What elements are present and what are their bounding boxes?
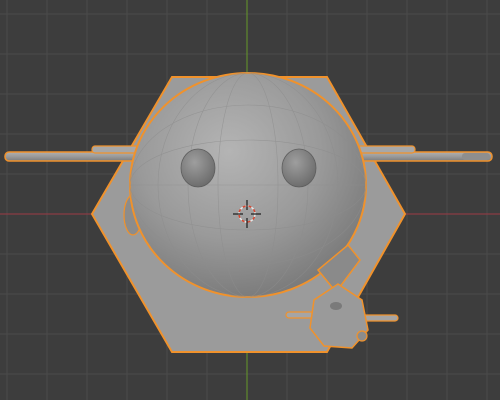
viewport-canvas[interactable]: [0, 0, 500, 400]
robot-foot-right[interactable]: [356, 330, 368, 342]
right-rod-collar[interactable]: [354, 145, 416, 154]
right-eye[interactable]: [281, 148, 317, 188]
robot-eye: [330, 302, 342, 310]
3d-viewport[interactable]: [0, 0, 500, 400]
right-rod-tip: [462, 153, 490, 160]
left-eye[interactable]: [180, 148, 216, 188]
